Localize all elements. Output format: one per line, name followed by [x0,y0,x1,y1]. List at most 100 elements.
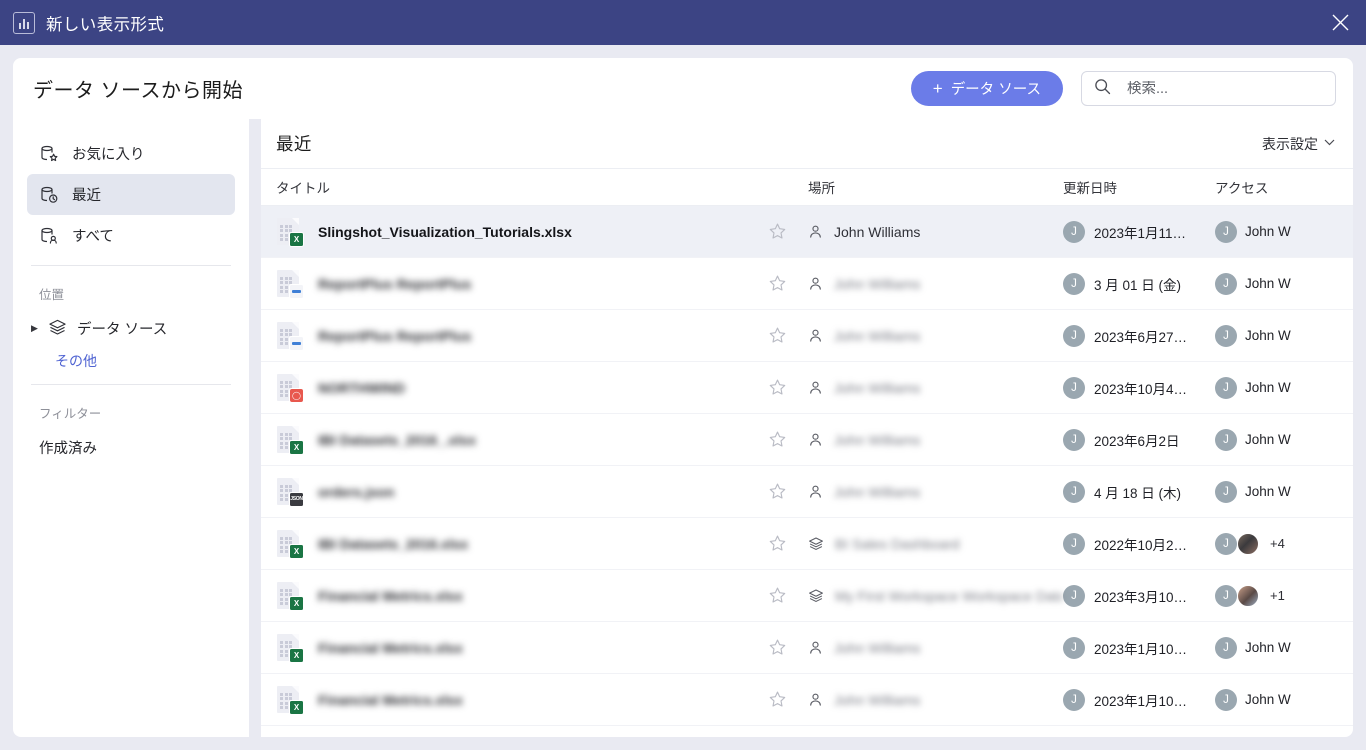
cell-updated: J 3 月 01 日 (金) [1063,272,1215,295]
cell-title[interactable]: ReportPlus ReportPlus [261,321,756,351]
cell-title[interactable]: JSON orders.json [261,477,756,507]
cell-favorite[interactable] [756,326,798,345]
sidebar-divider-1 [31,265,231,266]
cell-title[interactable]: X Slingshot_Visualization_Tutorials.xlsx [261,217,756,247]
sidebar-filter-created[interactable]: 作成済み [27,428,235,467]
favorite-star-icon[interactable] [768,690,787,709]
table-row[interactable]: X Financial Metrics.xlsx John Williams J 202… [261,674,1353,726]
favorite-star-icon[interactable] [768,222,787,241]
cell-title[interactable]: ReportPlus ReportPlus [261,269,756,299]
favorite-star-icon[interactable] [768,482,787,501]
cell-title[interactable]: X IBI Datasets_2016.xlsx [261,529,756,559]
table-row[interactable]: X Slingshot_Visualization_Tutorials.xlsx J… [261,206,1353,258]
column-header-updated[interactable]: 更新日時 [1063,177,1215,197]
place-name: John Williams [834,379,921,396]
sidebar-more-link[interactable]: その他 [27,347,235,375]
sidebar: お気に入り 最近 すべて 位置 ▶ データ ソース その他 フィルター 作成済み [13,119,249,737]
column-header-access[interactable]: アクセス [1215,177,1353,197]
cell-favorite[interactable] [756,378,798,397]
extra-people-count: +4 [1270,536,1285,551]
cell-title[interactable]: X IBI Datasets_2016_.xlsx [261,425,756,455]
cell-updated: J 4 月 18 日 (木) [1063,480,1215,503]
sidebar-item-label: すべて [72,229,114,245]
file-title: Financial Metrics.xlsx [318,587,463,604]
header-actions: + データ ソース [910,71,1336,106]
search-icon [1094,78,1111,100]
updated-date: 4 月 18 日 (木) [1094,485,1182,501]
favorite-star-icon[interactable] [768,326,787,345]
cell-favorite[interactable] [756,690,798,709]
table-row[interactable]: ReportPlus ReportPlus John Williams J 3 月 0… [261,258,1353,310]
sidebar-item-all[interactable]: すべて [27,215,235,256]
view-settings-dropdown[interactable]: 表示設定 [1262,134,1335,154]
favorite-star-icon[interactable] [768,274,787,293]
cell-favorite[interactable] [756,430,798,449]
table-row[interactable]: X Financial Metrics.xlsx My First Workspac… [261,570,1353,622]
place-name: John Williams [834,639,921,656]
favorite-star-icon[interactable] [768,430,787,449]
content-header: 最近 表示設定 [261,119,1353,168]
table-row[interactable]: ◯ NORTHWIND John Williams J 2023年10月4… J John … [261,362,1353,414]
cell-favorite[interactable] [756,482,798,501]
database-badge-icon [289,283,304,299]
favorite-star-icon[interactable] [768,638,787,657]
favorite-star-icon[interactable] [768,586,787,605]
file-title: ReportPlus ReportPlus [318,327,472,344]
avatar: J [1215,220,1237,243]
cell-favorite[interactable] [756,638,798,657]
sidebar-item-recent[interactable]: 最近 [27,174,235,215]
avatar: J [1063,220,1085,243]
avatar: J [1215,688,1237,711]
sidebar-item-label: 最近 [72,188,101,204]
avatar-photo [1237,532,1259,555]
search-box[interactable] [1081,71,1336,106]
cell-title[interactable]: X Financial Metrics.xlsx [261,633,756,663]
close-icon[interactable] [1314,0,1366,45]
table-row[interactable]: ReportPlus ReportPlus John Williams J 2023年… [261,310,1353,362]
cell-title[interactable]: X Financial Metrics.xlsx [261,685,756,715]
updated-date: 2023年6月27… [1094,329,1188,345]
extra-people-count: +1 [1270,588,1285,603]
avatar-photo [1237,584,1259,607]
cell-favorite[interactable] [756,586,798,605]
window-title: 新しい表示形式 [46,15,165,34]
avatar: J [1215,584,1237,607]
column-header-place[interactable]: 場所 [798,177,1063,197]
cell-updated: J 2022年10月2… [1063,532,1215,555]
cell-favorite[interactable] [756,222,798,241]
column-header-title[interactable]: タイトル [261,177,756,197]
cell-title[interactable]: ◯ NORTHWIND [261,373,756,403]
cell-favorite[interactable] [756,534,798,553]
place-name: John Williams [834,691,921,708]
cell-updated: J 2023年1月11… [1063,220,1215,243]
cell-access: J John W [1215,324,1353,347]
cell-place: BI Sales Dashboard [798,536,1063,552]
avatar: J [1215,636,1237,659]
add-data-source-label: データ ソース [950,82,1041,98]
add-data-source-button[interactable]: + データ ソース [910,71,1063,106]
database-star-icon [39,144,59,164]
updated-date: 2023年1月11… [1094,225,1187,241]
database-clock-icon [39,185,59,205]
excel-badge-icon: X [289,231,304,247]
favorite-star-icon[interactable] [768,534,787,553]
sidebar-item-favorites[interactable]: お気に入り [27,133,235,174]
cell-place: My First Workspace Workspace Data So [798,588,1063,604]
table-row[interactable]: X IBI Datasets_2016.xlsx BI Sales Dashboar… [261,518,1353,570]
person-icon [808,640,823,655]
table-row[interactable]: JSON orders.json John Williams J 4 月 18 日 (木… [261,466,1353,518]
favorite-star-icon[interactable] [768,378,787,397]
cell-place: John Williams [798,224,1063,240]
sidebar-tree-data-sources[interactable]: ▶ データ ソース [27,309,235,347]
table-row[interactable]: X Financial Metrics.xlsx John Williams J 202… [261,622,1353,674]
cell-place: John Williams [798,380,1063,396]
chevron-right-icon[interactable]: ▶ [30,323,39,334]
table-header-row: タイトル 場所 更新日時 アクセス [261,168,1353,206]
search-input[interactable] [1127,80,1323,97]
oracle-badge-icon: ◯ [289,387,304,403]
cell-title[interactable]: X Financial Metrics.xlsx [261,581,756,611]
access-name: John W [1245,328,1291,343]
cell-updated: J 2023年6月2日 [1063,428,1215,451]
table-row[interactable]: X IBI Datasets_2016_.xlsx John Williams J 20… [261,414,1353,466]
cell-favorite[interactable] [756,274,798,293]
